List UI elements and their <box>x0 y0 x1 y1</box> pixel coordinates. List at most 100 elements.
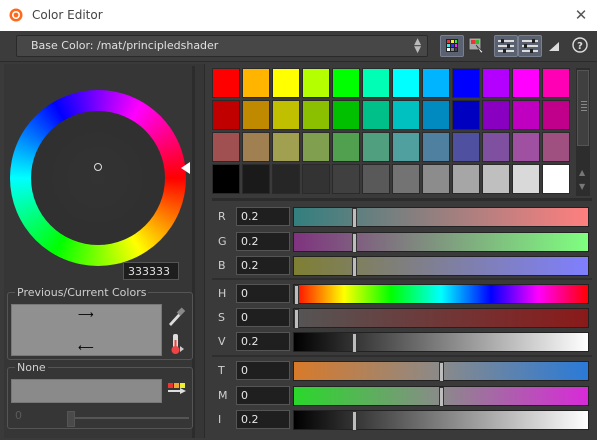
slider-track[interactable] <box>293 284 589 305</box>
slider-knob[interactable] <box>352 333 357 353</box>
slider-knob[interactable] <box>352 233 357 253</box>
palette-swatch[interactable] <box>482 68 510 98</box>
palette-swatch[interactable] <box>302 68 330 98</box>
palette-swatch[interactable] <box>482 164 510 194</box>
palette-swatch[interactable] <box>542 100 570 130</box>
palette-swatch[interactable] <box>452 132 480 162</box>
slider-value-field[interactable]: 0.2 <box>236 232 290 251</box>
scroll-up-icon[interactable]: ▲ <box>579 168 585 177</box>
palette-swatch[interactable] <box>332 164 360 194</box>
palette-swatch[interactable] <box>242 68 270 98</box>
slider-value-field[interactable]: 0 <box>236 308 290 327</box>
palette-swatch[interactable] <box>392 164 420 194</box>
slider-value-field[interactable]: 0.2 <box>236 410 290 429</box>
palette-swatch[interactable] <box>212 100 240 130</box>
palette-swatch[interactable] <box>362 68 390 98</box>
slider-track[interactable] <box>293 207 589 228</box>
hex-field[interactable]: 333333 <box>123 262 179 280</box>
slider-knob[interactable] <box>439 387 444 407</box>
palette-swatch[interactable] <box>392 68 420 98</box>
palette-swatch[interactable] <box>482 132 510 162</box>
sliders-alt-button[interactable] <box>518 35 542 57</box>
palette-swatch[interactable] <box>452 164 480 194</box>
palette-swatch[interactable] <box>362 100 390 130</box>
palette-swatch[interactable] <box>392 100 420 130</box>
slider-knob[interactable] <box>352 411 357 431</box>
palette-swatch[interactable] <box>542 164 570 194</box>
palette-swatch[interactable] <box>362 132 390 162</box>
slider-track[interactable] <box>293 410 589 431</box>
slider-value-field[interactable]: 0 <box>236 361 290 380</box>
color-wheel[interactable] <box>10 90 186 266</box>
palette-swatch[interactable] <box>302 100 330 130</box>
triangle-menu-button[interactable] <box>543 35 565 55</box>
palette-swatch[interactable] <box>542 132 570 162</box>
eyedropper-icon[interactable] <box>166 305 186 327</box>
slider-track[interactable] <box>293 361 589 382</box>
slider-value-field[interactable]: 0.2 <box>236 332 290 351</box>
palette-scrollbar[interactable]: ▲ ▼ <box>576 68 590 196</box>
slider-track[interactable] <box>293 232 589 253</box>
screen-picker-button[interactable] <box>465 35 487 55</box>
palette-swatch[interactable] <box>422 132 450 162</box>
previous-current-swatch[interactable]: ⟶ ⟵ <box>11 304 162 356</box>
scroll-down-icon[interactable]: ▼ <box>579 182 585 191</box>
palette-swatch[interactable] <box>272 68 300 98</box>
palette-swatch[interactable] <box>272 132 300 162</box>
palette-scroll-thumb[interactable] <box>577 70 589 146</box>
value-marker-icon[interactable] <box>181 162 190 174</box>
palette-swatch[interactable] <box>452 68 480 98</box>
none-slider-knob[interactable] <box>67 411 75 427</box>
slider-knob[interactable] <box>352 208 357 228</box>
palette-swatch[interactable] <box>242 164 270 194</box>
palette-swatch[interactable] <box>512 164 540 194</box>
slider-knob[interactable] <box>294 309 299 329</box>
slider-track[interactable] <box>293 332 589 353</box>
slider-track[interactable] <box>293 256 589 277</box>
slider-knob[interactable] <box>352 257 357 277</box>
palette-swatch[interactable] <box>212 164 240 194</box>
palette-swatch[interactable] <box>332 68 360 98</box>
palette-swatch[interactable] <box>482 100 510 130</box>
palette-swatch[interactable] <box>332 132 360 162</box>
slider-knob[interactable] <box>439 362 444 382</box>
sliders-button[interactable] <box>494 35 518 57</box>
slider-track[interactable] <box>293 386 589 407</box>
slider-knob[interactable] <box>294 285 299 305</box>
palette-swatch[interactable] <box>332 100 360 130</box>
palette-swatch[interactable] <box>422 164 450 194</box>
palette-swatch[interactable] <box>362 164 390 194</box>
palette-swatch[interactable] <box>242 100 270 130</box>
palette-grid-button[interactable] <box>440 35 464 57</box>
palette-swatch[interactable] <box>392 132 420 162</box>
palette-swatch[interactable] <box>512 132 540 162</box>
palette-swatch[interactable] <box>212 132 240 162</box>
thermometer-icon[interactable] <box>166 332 186 356</box>
palette-swatch[interactable] <box>302 164 330 194</box>
palette-swatch[interactable] <box>302 132 330 162</box>
none-slider[interactable]: 0 <box>11 408 189 427</box>
slider-track[interactable] <box>293 308 589 329</box>
palette-swatch[interactable] <box>512 68 540 98</box>
palette-swatch[interactable] <box>242 132 270 162</box>
slider-value-field[interactable]: 0.2 <box>236 256 290 275</box>
wheel-selection-marker[interactable] <box>94 163 102 171</box>
palette-swatch[interactable] <box>452 100 480 130</box>
slider-value-field[interactable]: 0 <box>236 284 290 303</box>
color-path-dropdown[interactable]: Base Color: /mat/principledshader ▲ ▼ <box>16 35 428 57</box>
color-wheel-interior[interactable] <box>31 111 165 245</box>
palette-swatch[interactable] <box>272 100 300 130</box>
slider-value-field[interactable]: 0.2 <box>236 207 290 226</box>
palette-swatch[interactable] <box>542 68 570 98</box>
palette-swatch[interactable] <box>422 100 450 130</box>
palette-arrow-icon[interactable] <box>166 380 188 400</box>
palette-swatch[interactable] <box>512 100 540 130</box>
none-swatch[interactable] <box>11 379 162 403</box>
palette-swatch[interactable] <box>422 68 450 98</box>
close-icon[interactable]: ✕ <box>570 4 592 26</box>
palette-swatch[interactable] <box>272 164 300 194</box>
slider-value-field[interactable]: 0 <box>236 386 290 405</box>
palette-swatch[interactable] <box>212 68 240 98</box>
palette-splitter[interactable] <box>212 198 592 201</box>
help-button[interactable]: ? <box>569 35 591 55</box>
